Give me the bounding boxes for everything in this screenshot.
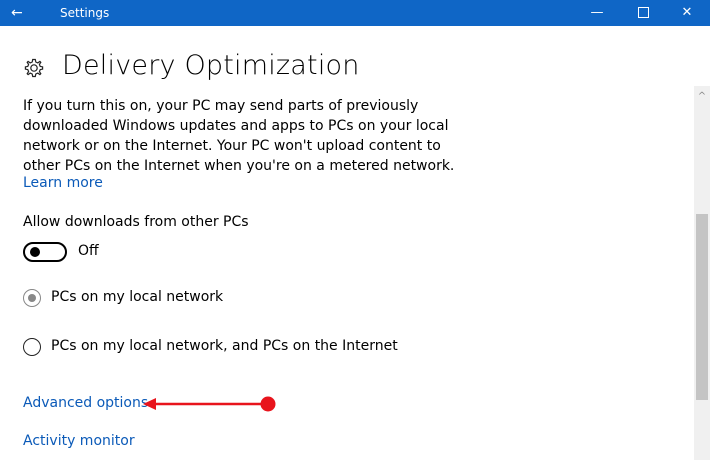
back-arrow-icon[interactable]: ← (11, 3, 23, 23)
maximize-icon (637, 7, 649, 18)
toggle-knob (30, 247, 40, 257)
radio-selected-dot (28, 294, 36, 302)
radio-local-network[interactable] (23, 289, 41, 307)
annotation-arrow-icon (143, 396, 276, 412)
description-text: If you turn this on, your PC may send pa… (23, 98, 455, 174)
activity-monitor-link[interactable]: Activity monitor (23, 433, 135, 449)
vertical-scrollbar[interactable]: ^ (694, 86, 710, 460)
allow-downloads-toggle[interactable] (23, 242, 67, 262)
allow-downloads-label: Allow downloads from other PCs (23, 214, 249, 230)
radio-label-local-and-internet[interactable]: PCs on my local network, and PCs on the … (51, 338, 398, 354)
minimize-button[interactable]: — (574, 0, 620, 26)
toggle-state-label: Off (78, 243, 99, 259)
learn-more-link[interactable]: Learn more (23, 175, 103, 191)
scroll-thumb[interactable] (696, 214, 708, 400)
radio-local-and-internet[interactable] (23, 338, 41, 356)
radio-label-local-network[interactable]: PCs on my local network (51, 289, 223, 305)
window-title: Settings (60, 6, 110, 20)
close-button[interactable]: ✕ (664, 0, 710, 26)
advanced-options-link[interactable]: Advanced options (23, 395, 148, 411)
page-title: Delivery Optimization (62, 50, 360, 81)
title-bar: ← Settings — ✕ (0, 0, 710, 26)
scroll-up-icon[interactable]: ^ (694, 90, 710, 104)
gear-icon (24, 58, 44, 78)
maximize-button[interactable] (620, 0, 666, 26)
